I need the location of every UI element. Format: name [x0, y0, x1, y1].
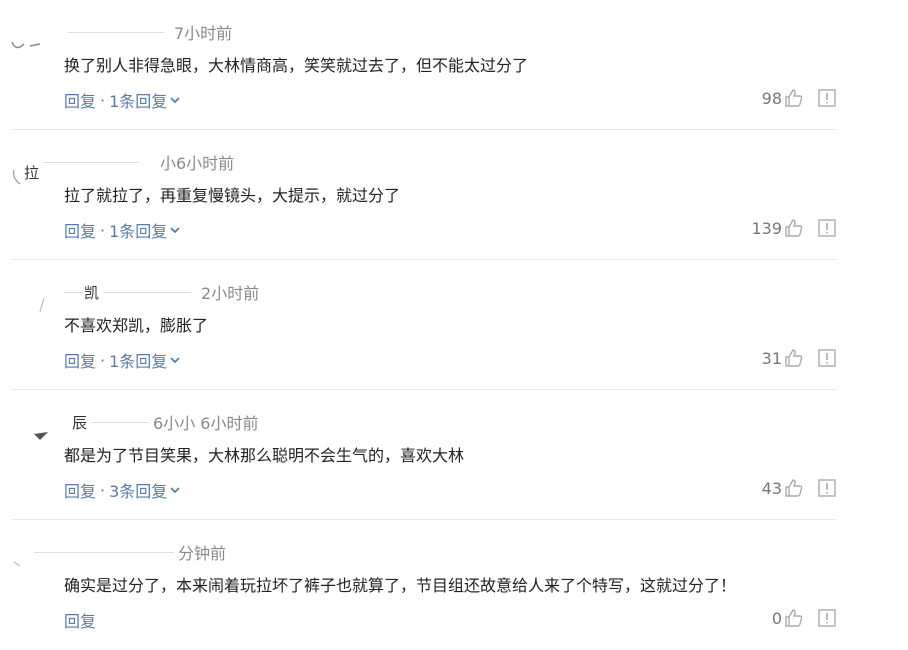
separator: ·	[100, 90, 106, 110]
avatar[interactable]	[10, 22, 56, 68]
avatar[interactable]	[10, 420, 56, 466]
timestamp: 2小时前	[201, 284, 260, 303]
comment-item: 7小时前 换了别人非得急眼，大林情商高，笑笑就过去了，但不能太过分了 回复 · …	[0, 0, 836, 130]
avatar-image	[34, 432, 48, 440]
thumbs-up-icon[interactable]	[784, 218, 804, 238]
timestamp: 分钟前	[178, 544, 227, 563]
comment-header: 辰 6小小 6小时前	[72, 410, 258, 434]
comment-actions: 回复 · 3条回复	[64, 478, 181, 502]
comment-item: 分钟前 确实是过分了，本来闹着玩拉坏了裤子也就算了，节目组还故意给人来了个特写，…	[0, 520, 836, 650]
report-icon[interactable]	[818, 479, 836, 497]
username-redacted	[34, 551, 174, 553]
comment-tools: 139	[751, 218, 836, 238]
chevron-down-icon[interactable]	[169, 94, 181, 106]
thumbs-up-icon[interactable]	[784, 478, 804, 498]
comment-text: 确实是过分了，本来闹着玩拉坏了裤子也就算了，节目组还故意给人来了个特写，这就过分…	[64, 576, 737, 595]
reply-button[interactable]: 回复	[64, 608, 96, 632]
view-replies-button[interactable]: 1条回复	[109, 218, 167, 242]
thumbs-up-icon[interactable]	[784, 88, 804, 108]
view-replies-button[interactable]: 1条回复	[109, 88, 167, 112]
avatar-image	[39, 297, 45, 313]
comment-header: 7小时前	[64, 20, 232, 44]
comment-text: 都是为了节目笑果，大林那么聪明不会生气的，喜欢大林	[64, 446, 465, 465]
comment-actions: 回复	[64, 608, 96, 632]
view-replies-button[interactable]: 3条回复	[109, 478, 167, 502]
comment-item: 凯 2小时前 不喜欢郑凯，膨胀了 回复 · 1条回复 31	[0, 260, 836, 390]
comment-actions: 回复 · 1条回复	[64, 218, 181, 242]
reply-button[interactable]: 回复	[64, 348, 96, 372]
username-redacted	[103, 291, 192, 293]
view-replies-button[interactable]: 1条回复	[109, 348, 167, 372]
comment-tools: 0	[772, 608, 836, 628]
separator: ·	[100, 350, 106, 370]
comment-item: 拉 小6小时前 拉了就拉了，再重复慢镜头，大提示，就过分了 回复 · 1条回复 …	[0, 130, 836, 260]
comment-actions: 回复 · 1条回复	[64, 348, 181, 372]
comment-header: 分钟前	[30, 540, 226, 564]
thumbs-up-icon[interactable]	[784, 608, 804, 628]
chevron-down-icon[interactable]	[169, 484, 181, 496]
comment-actions: 回复 · 1条回复	[64, 88, 181, 112]
comment-tools: 98	[762, 88, 836, 108]
report-icon[interactable]	[818, 349, 836, 367]
chevron-down-icon[interactable]	[169, 224, 181, 236]
username-redacted	[68, 31, 164, 33]
report-icon[interactable]	[818, 609, 836, 627]
like-count: 98	[761, 88, 782, 108]
comment-tools: 31	[762, 348, 836, 368]
comment-text: 换了别人非得急眼，大林情商高，笑笑就过去了，但不能太过分了	[64, 56, 529, 75]
comment-text: 拉了就拉了，再重复慢镜头，大提示，就过分了	[64, 186, 401, 205]
username[interactable]: 拉	[24, 162, 39, 183]
username-redacted	[43, 162, 140, 163]
reply-button[interactable]: 回复	[64, 478, 96, 502]
separator: ·	[100, 480, 106, 500]
username-redacted	[91, 421, 150, 423]
like-count: 0	[771, 608, 782, 628]
comment-header: 拉	[24, 162, 143, 183]
username[interactable]: 凯	[84, 282, 99, 303]
like-count: 31	[761, 348, 782, 368]
comment-header-time: 小6小时前	[160, 150, 234, 174]
timestamp: 7小时前	[174, 24, 233, 43]
comment-text: 不喜欢郑凯，膨胀了	[64, 316, 209, 335]
thumbs-up-icon[interactable]	[784, 348, 804, 368]
avatar-image	[11, 41, 41, 49]
timestamp: 6小小 6小时前	[153, 414, 259, 433]
comment-item: 辰 6小小 6小时前 都是为了节目笑果，大林那么聪明不会生气的，喜欢大林 回复 …	[0, 390, 836, 520]
reply-button[interactable]: 回复	[64, 218, 96, 242]
username[interactable]: 辰	[72, 412, 87, 433]
chevron-down-icon[interactable]	[169, 354, 181, 366]
like-count: 139	[751, 218, 782, 238]
username-redacted	[64, 291, 84, 293]
comment-tools: 43	[762, 478, 836, 498]
avatar[interactable]	[10, 288, 56, 334]
like-count: 43	[761, 478, 782, 498]
comment-header: 凯 2小时前	[64, 280, 259, 304]
reply-button[interactable]: 回复	[64, 88, 96, 112]
timestamp: 小6小时前	[160, 154, 235, 173]
separator: ·	[100, 220, 106, 240]
report-icon[interactable]	[818, 89, 836, 107]
report-icon[interactable]	[818, 219, 836, 237]
